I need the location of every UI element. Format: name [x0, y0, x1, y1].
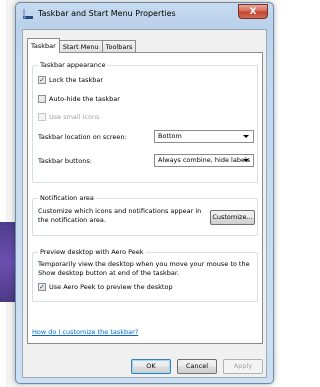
aero-peek-group: Preview desktop with Aero Peek Temporari… [32, 248, 258, 302]
ok-button[interactable]: OK [131, 359, 171, 374]
group-label-notification-area: Notification area [38, 194, 96, 202]
properties-dialog: Taskbar and Start Menu Properties X Task… [15, 2, 274, 384]
dialog-client-area: Taskbar Start Menu Toolbars Taskbar appe… [22, 29, 267, 378]
close-button[interactable]: X [238, 4, 268, 19]
location-select-value: Bottom [158, 132, 182, 140]
location-select[interactable]: Bottom [154, 130, 254, 143]
help-link[interactable]: How do I customize the taskbar? [32, 328, 138, 336]
taskbar-tab-panel: Taskbar appearance ✓ Lock the taskbar Au… [27, 52, 263, 344]
tab-strip: Taskbar Start Menu Toolbars [27, 38, 137, 53]
lock-taskbar-label: Lock the taskbar [49, 76, 104, 84]
notification-area-group: Notification area Customize which icons … [32, 194, 258, 236]
small-icons-checkbox[interactable] [38, 113, 46, 121]
buttons-select[interactable]: Always combine, hide labels [154, 154, 254, 167]
chevron-down-icon [243, 159, 249, 162]
customize-button[interactable]: Customize... [210, 210, 255, 225]
title-bar[interactable]: Taskbar and Start Menu Properties X [16, 3, 273, 25]
buttons-label: Taskbar buttons: [38, 157, 92, 165]
group-label-taskbar-appearance: Taskbar appearance [38, 61, 108, 69]
small-icons-label: Use small icons [49, 113, 100, 121]
use-aero-peek-label: Use Aero Peek to preview the desktop [49, 283, 173, 291]
group-label-aero-peek: Preview desktop with Aero Peek [38, 248, 146, 256]
tab-taskbar[interactable]: Taskbar [27, 38, 60, 53]
taskbar-appearance-group: Taskbar appearance ✓ Lock the taskbar Au… [32, 61, 258, 183]
small-icons-row[interactable]: Use small icons [38, 113, 99, 121]
aero-peek-description: Temporarily view the desktop when you mo… [38, 260, 250, 277]
cancel-button[interactable]: Cancel [177, 359, 217, 374]
use-aero-peek-row[interactable]: ✓ Use Aero Peek to preview the desktop [38, 283, 173, 291]
autohide-checkbox[interactable] [38, 95, 46, 103]
buttons-select-value: Always combine, hide labels [158, 156, 251, 164]
lock-taskbar-row[interactable]: ✓ Lock the taskbar [38, 76, 103, 84]
notification-description: Customize which icons and notifications … [38, 207, 202, 224]
location-label: Taskbar location on screen: [38, 133, 127, 141]
close-icon: X [249, 6, 257, 17]
autohide-label: Auto-hide the taskbar [49, 95, 120, 103]
lock-taskbar-checkbox[interactable]: ✓ [38, 76, 46, 84]
chevron-down-icon [243, 135, 249, 138]
apply-button[interactable]: Apply [223, 359, 263, 374]
taskbar-app-icon [22, 8, 34, 20]
autohide-row[interactable]: Auto-hide the taskbar [38, 95, 120, 103]
window-title: Taskbar and Start Menu Properties [38, 9, 176, 18]
use-aero-peek-checkbox[interactable]: ✓ [38, 283, 46, 291]
